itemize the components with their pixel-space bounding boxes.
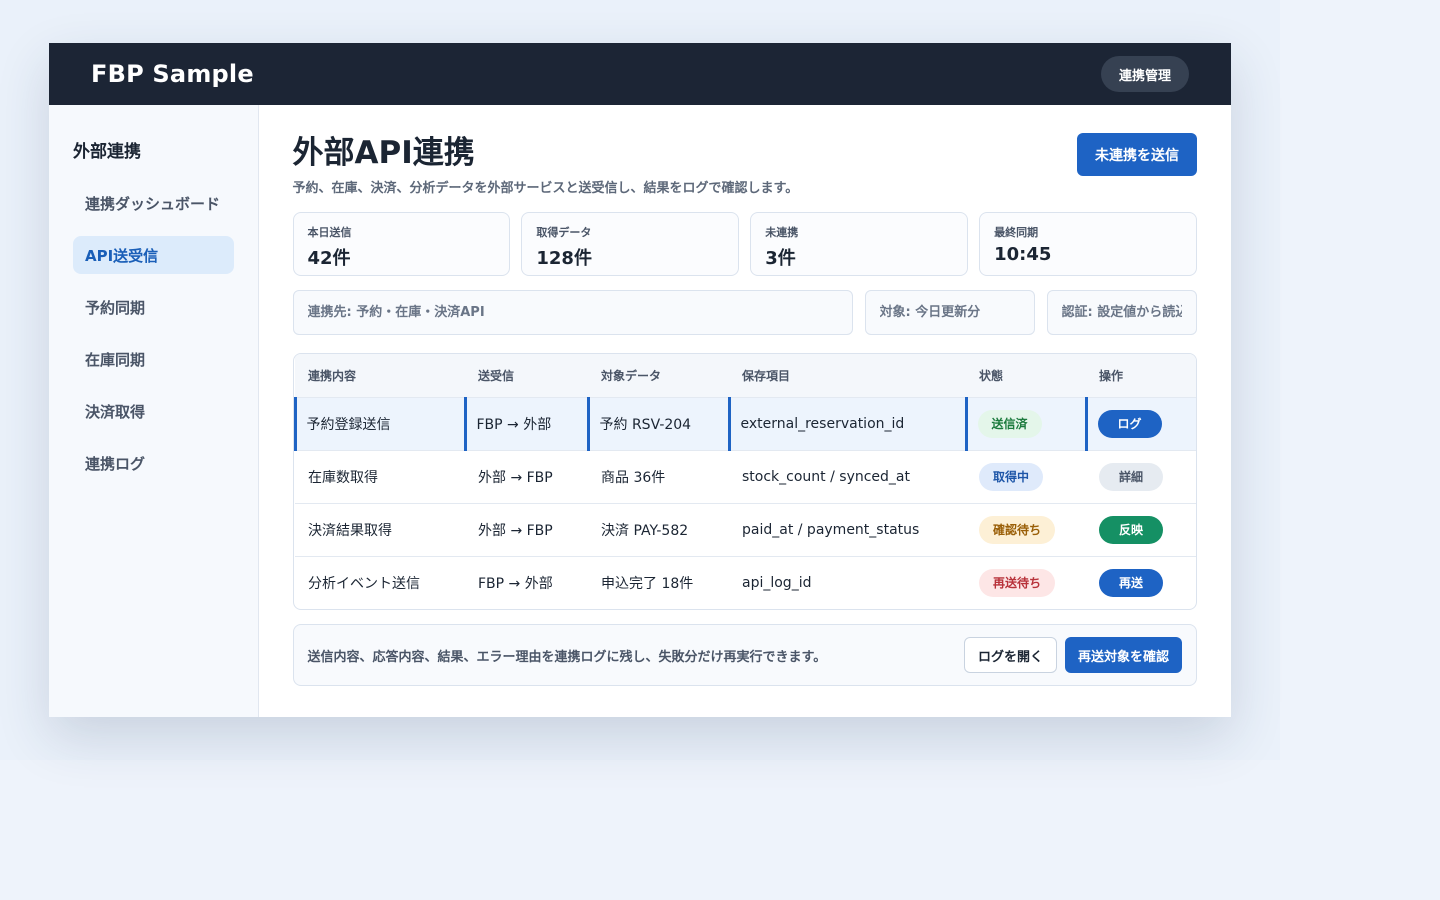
cell-action: 反映: [1086, 502, 1196, 556]
stat-value: 10:45: [994, 244, 1052, 265]
sidebar-item-log[interactable]: 連携ログ: [73, 444, 234, 482]
title-group: 外部API連携 予約、在庫、決済、分析データを外部サービスと送受信し、結果をログ…: [293, 133, 799, 196]
top-bar: FBP Sample 連携管理: [49, 43, 1231, 105]
cell-field: stock_count / synced_at: [729, 449, 966, 503]
cell-target: 商品 36件: [588, 449, 729, 503]
sidebar: 外部連携 連携ダッシュボード API送受信 予約同期 在庫同期 決済取得 連携ロ…: [49, 105, 259, 717]
column-header-field: 保存項目: [729, 354, 966, 397]
sidebar-item-stock-sync[interactable]: 在庫同期: [73, 340, 234, 378]
stat-card-last-sync: 最終同期 10:45: [979, 212, 1197, 276]
cell-field: paid_at / payment_status: [729, 502, 966, 556]
cell-status: 送信済: [964, 396, 1086, 450]
target-api-field[interactable]: [292, 290, 853, 335]
sidebar-title: 外部連携: [73, 142, 141, 162]
cell-direction: 外部 → FBP: [465, 502, 588, 556]
table-row[interactable]: 決済結果取得 外部 → FBP 決済 PAY-582 paid_at / pay…: [295, 502, 1196, 556]
status-badge: 確認待ち: [979, 515, 1056, 544]
cell-status: 確認待ち: [966, 502, 1086, 556]
stat-label: 最終同期: [994, 226, 1039, 239]
stat-card-sent-today: 本日送信 42件: [292, 212, 511, 276]
table-row[interactable]: 分析イベント送信 FBP → 外部 申込完了 18件 api_log_id 再送…: [295, 555, 1196, 609]
cell-status: 取得中: [966, 449, 1086, 503]
sidebar-item-dashboard[interactable]: 連携ダッシュボード: [73, 184, 234, 222]
page-subtitle: 予約、在庫、決済、分析データを外部サービスと送受信し、結果をログで確認します。: [292, 181, 799, 196]
column-header-content: 連携内容: [295, 354, 465, 397]
status-badge: 再送待ち: [979, 568, 1056, 597]
resend-button[interactable]: 再送: [1099, 568, 1163, 597]
cell-status: 再送待ち: [966, 555, 1086, 609]
stat-label: 取得データ: [536, 226, 592, 239]
column-header-status: 状態: [966, 354, 1086, 397]
integration-management-button[interactable]: 連携管理: [1100, 56, 1189, 92]
cell-direction: 外部 → FBP: [465, 449, 588, 503]
cell-direction: FBP → 外部: [463, 396, 588, 450]
page-title: 外部API連携: [292, 135, 475, 171]
integration-table-grid: 連携内容 送受信 対象データ 保存項目 状態 操作 予約登録送信 FBP → 外…: [293, 354, 1196, 609]
log-button[interactable]: ログ: [1097, 409, 1162, 438]
app-window: FBP Sample 連携管理 外部連携 連携ダッシュボード API送受信 予約…: [49, 43, 1231, 717]
sidebar-item-payment[interactable]: 決済取得: [73, 392, 234, 430]
column-header-action: 操作: [1086, 354, 1196, 397]
stat-value: 42件: [307, 248, 351, 269]
brand-logo: FBP Sample: [91, 60, 254, 88]
open-log-button[interactable]: ログを開く: [963, 637, 1057, 673]
footer-note: 送信内容、応答内容、結果、エラー理由を連携ログに残し、失敗分だけ再実行できます。: [307, 649, 827, 665]
check-resend-button[interactable]: 再送対象を確認: [1064, 637, 1182, 673]
page-header: 外部API連携 予約、在庫、決済、分析データを外部サービスと送受信し、結果をログ…: [293, 133, 1197, 196]
table-row[interactable]: 予約登録送信 FBP → 外部 予約 RSV-204 external_rese…: [293, 396, 1196, 450]
cell-target: 予約 RSV-204: [586, 396, 729, 450]
apply-button[interactable]: 反映: [1099, 515, 1163, 544]
cell-content: 在庫数取得: [295, 449, 465, 503]
stat-value: 128件: [536, 248, 592, 269]
cell-content: 決済結果取得: [295, 502, 465, 556]
cell-target: 決済 PAY-582: [588, 502, 729, 556]
cell-field: external_reservation_id: [727, 396, 966, 450]
stat-label: 未連携: [765, 226, 799, 239]
footer-actions: ログを開く 再送対象を確認: [963, 637, 1182, 673]
filter-row: [292, 290, 1198, 335]
cell-content: 分析イベント送信: [295, 555, 465, 609]
sidebar-item-reservation-sync[interactable]: 予約同期: [73, 288, 234, 326]
stat-value: 3件: [765, 248, 796, 269]
cell-target: 申込完了 18件: [588, 555, 729, 609]
stats-row: 本日送信 42件 取得データ 128件 未連携 3件 最終同期 10:45: [292, 212, 1197, 276]
stat-card-fetched: 取得データ 128件: [521, 212, 740, 276]
cell-content: 予約登録送信: [293, 396, 465, 450]
body-wrap: 外部連携 連携ダッシュボード API送受信 予約同期 在庫同期 決済取得 連携ロ…: [49, 105, 1231, 717]
auth-field[interactable]: [1046, 290, 1197, 335]
send-unlinked-button[interactable]: 未連携を送信: [1077, 133, 1197, 176]
scope-field[interactable]: [864, 290, 1035, 335]
cell-action: 詳細: [1086, 449, 1196, 503]
integration-table: 連携内容 送受信 対象データ 保存項目 状態 操作 予約登録送信 FBP → 外…: [292, 353, 1197, 610]
table-row[interactable]: 在庫数取得 外部 → FBP 商品 36件 stock_count / sync…: [295, 449, 1196, 503]
sidebar-item-api[interactable]: API送受信: [73, 236, 234, 274]
status-badge: 取得中: [979, 462, 1044, 491]
log-footer-bar: 送信内容、応答内容、結果、エラー理由を連携ログに残し、失敗分だけ再実行できます。…: [292, 624, 1197, 686]
detail-button[interactable]: 詳細: [1099, 462, 1163, 491]
cell-action: ログ: [1084, 396, 1196, 450]
stat-card-unlinked: 未連携 3件: [750, 212, 969, 276]
stat-label: 本日送信: [307, 226, 352, 239]
table-header-row: 連携内容 送受信 対象データ 保存項目 状態 操作: [295, 354, 1196, 397]
cell-action: 再送: [1086, 555, 1196, 609]
column-header-target: 対象データ: [588, 354, 729, 397]
status-badge: 送信済: [977, 409, 1042, 438]
column-header-direction: 送受信: [465, 354, 588, 397]
cell-direction: FBP → 外部: [465, 555, 588, 609]
main-content: 外部API連携 予約、在庫、決済、分析データを外部サービスと送受信し、結果をログ…: [259, 105, 1232, 717]
cell-field: api_log_id: [729, 555, 966, 609]
